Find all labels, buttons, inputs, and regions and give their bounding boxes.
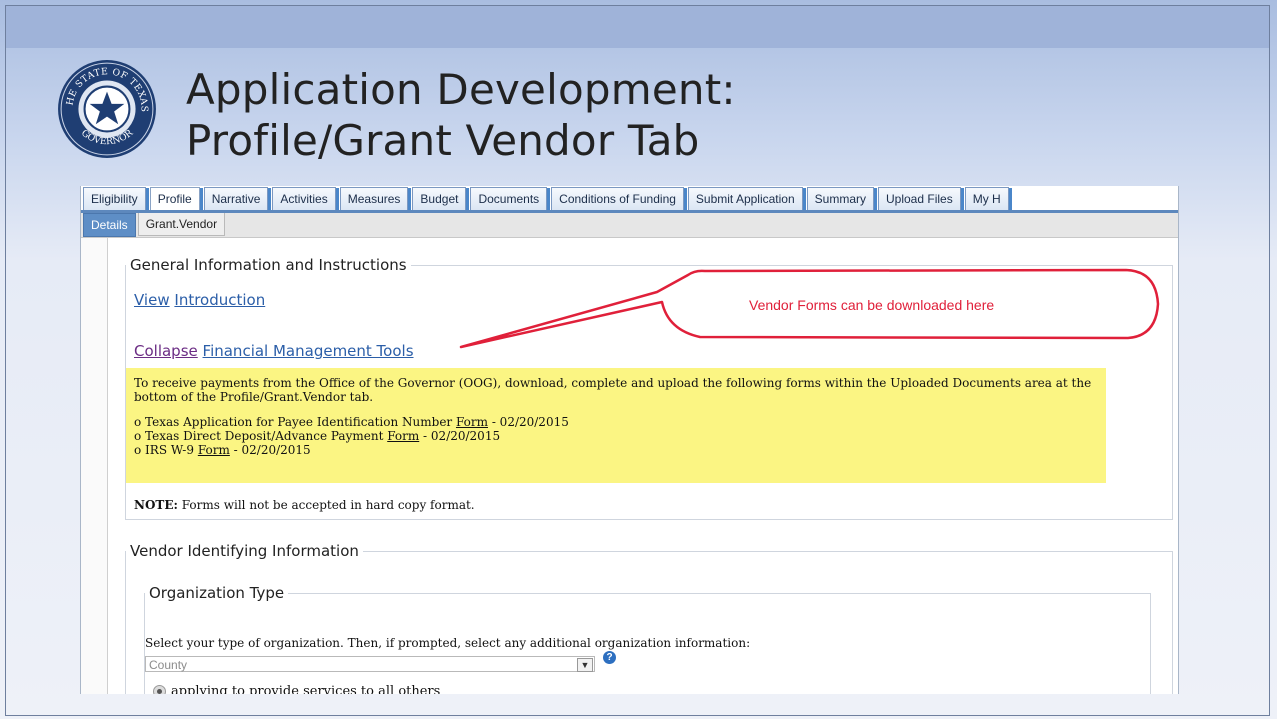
sub-tab-bar: Details Grant.Vendor bbox=[81, 213, 1178, 238]
irs-w9-form-link[interactable]: Form bbox=[198, 443, 230, 457]
slide-title-line1: Application Development: bbox=[186, 65, 736, 114]
hard-copy-note: NOTE: Forms will not be accepted in hard… bbox=[134, 498, 475, 512]
vendor-identifying-section: Vendor Identifying Information Organizat… bbox=[125, 542, 1173, 694]
subtab-details[interactable]: Details bbox=[83, 213, 136, 237]
vendor-identifying-legend: Vendor Identifying Information bbox=[130, 542, 359, 560]
callout-text: Vendor Forms can be downloaded here bbox=[749, 297, 995, 313]
tab-documents[interactable]: Documents bbox=[470, 187, 550, 210]
tab-narrative[interactable]: Narrative bbox=[203, 187, 272, 210]
tab-eligibility[interactable]: Eligibility bbox=[83, 187, 149, 210]
slide-top-band bbox=[6, 6, 1270, 48]
organization-type-section: Organization Type Select your type of or… bbox=[144, 584, 1151, 694]
tab-upload-files[interactable]: Upload Files bbox=[878, 187, 964, 210]
tab-submit-application[interactable]: Submit Application bbox=[687, 187, 806, 210]
form-item: o Texas Direct Deposit/Advance Payment F… bbox=[134, 429, 1098, 443]
tab-summary[interactable]: Summary bbox=[806, 187, 878, 210]
form-item-label: o Texas Direct Deposit/Advance Payment bbox=[134, 429, 388, 443]
form-item-date: - 02/20/2015 bbox=[419, 429, 501, 443]
tab-conditions-of-funding[interactable]: Conditions of Funding bbox=[551, 187, 687, 210]
general-information-legend: General Information and Instructions bbox=[130, 256, 407, 274]
tab-activities[interactable]: Activities bbox=[272, 187, 340, 210]
organization-instruction: Select your type of organization. Then, … bbox=[145, 636, 751, 650]
financial-tools-row: Collapse Financial Management Tools bbox=[134, 342, 414, 360]
forms-instructions-box: To receive payments from the Office of t… bbox=[126, 368, 1106, 483]
application-screenshot: Eligibility Profile Narrative Activities… bbox=[80, 186, 1179, 694]
tab-budget[interactable]: Budget bbox=[412, 187, 470, 210]
form-item: o Texas Application for Payee Identifica… bbox=[134, 415, 1098, 429]
collapse-link[interactable]: Collapse bbox=[134, 342, 198, 360]
left-gutter bbox=[81, 238, 108, 694]
view-introduction-row: View Introduction bbox=[134, 291, 265, 309]
view-link[interactable]: View bbox=[134, 291, 170, 309]
note-text: Forms will not be accepted in hard copy … bbox=[177, 498, 475, 512]
tab-measures[interactable]: Measures bbox=[339, 187, 412, 210]
organization-type-legend: Organization Type bbox=[149, 584, 285, 602]
form-item-date: - 02/20/2015 bbox=[488, 415, 569, 429]
texas-seal-logo: THE STATE OF TEXAS GOVERNOR bbox=[56, 58, 156, 158]
form-item-label: o IRS W-9 bbox=[134, 443, 198, 457]
radio-label: applying to provide services to all othe… bbox=[171, 684, 441, 694]
help-icon[interactable]: ? bbox=[603, 651, 616, 664]
slide-title: Application Development: Profile/Grant V… bbox=[186, 64, 736, 166]
radio-button[interactable] bbox=[153, 685, 166, 694]
general-information-section: General Information and Instructions Vie… bbox=[125, 256, 1173, 520]
main-tab-bar: Eligibility Profile Narrative Activities… bbox=[81, 186, 1178, 213]
tab-profile[interactable]: Profile bbox=[149, 187, 203, 210]
organization-type-select[interactable]: County ▼ bbox=[145, 656, 595, 672]
organization-type-value: County bbox=[149, 658, 188, 672]
subtab-grant-vendor[interactable]: Grant.Vendor bbox=[137, 213, 226, 236]
tab-my-home[interactable]: My H bbox=[964, 187, 1012, 210]
financial-management-tools-link[interactable]: Financial Management Tools bbox=[203, 342, 414, 360]
slide-title-line2: Profile/Grant Vendor Tab bbox=[186, 116, 700, 165]
forms-list: o Texas Application for Payee Identifica… bbox=[134, 415, 1098, 457]
note-label: NOTE: bbox=[134, 498, 178, 512]
instructions-text: To receive payments from the Office of t… bbox=[134, 376, 1092, 404]
direct-deposit-form-link[interactable]: Form bbox=[387, 429, 419, 443]
payee-id-form-link[interactable]: Form bbox=[456, 415, 488, 429]
chevron-down-icon[interactable]: ▼ bbox=[577, 658, 593, 672]
service-radio-option[interactable]: applying to provide services to all othe… bbox=[153, 684, 440, 694]
form-item: o IRS W-9 Form - 02/20/2015 bbox=[134, 443, 1098, 457]
form-item-date: - 02/20/2015 bbox=[229, 443, 311, 457]
form-item-label: o Texas Application for Payee Identifica… bbox=[134, 415, 456, 429]
introduction-link[interactable]: Introduction bbox=[174, 291, 265, 309]
